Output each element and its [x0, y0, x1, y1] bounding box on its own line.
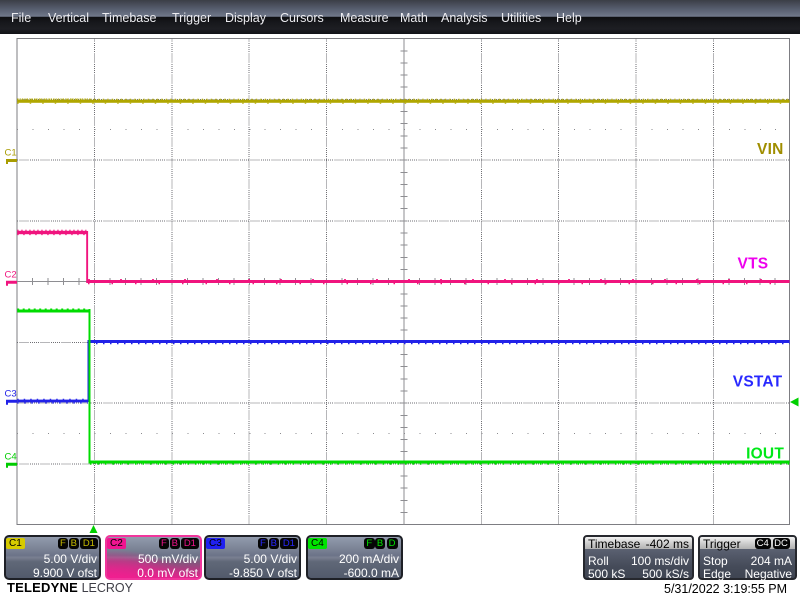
svg-text:C3: C3 [5, 388, 17, 399]
svg-text:VSTAT: VSTAT [733, 373, 783, 390]
svg-text:VTS: VTS [738, 255, 769, 272]
svg-text:C1: C1 [5, 148, 17, 159]
svg-text:C4: C4 [5, 451, 17, 462]
svg-text:C2: C2 [5, 269, 17, 280]
svg-text:IOUT: IOUT [746, 445, 784, 462]
svg-text:VIN: VIN [757, 141, 783, 158]
